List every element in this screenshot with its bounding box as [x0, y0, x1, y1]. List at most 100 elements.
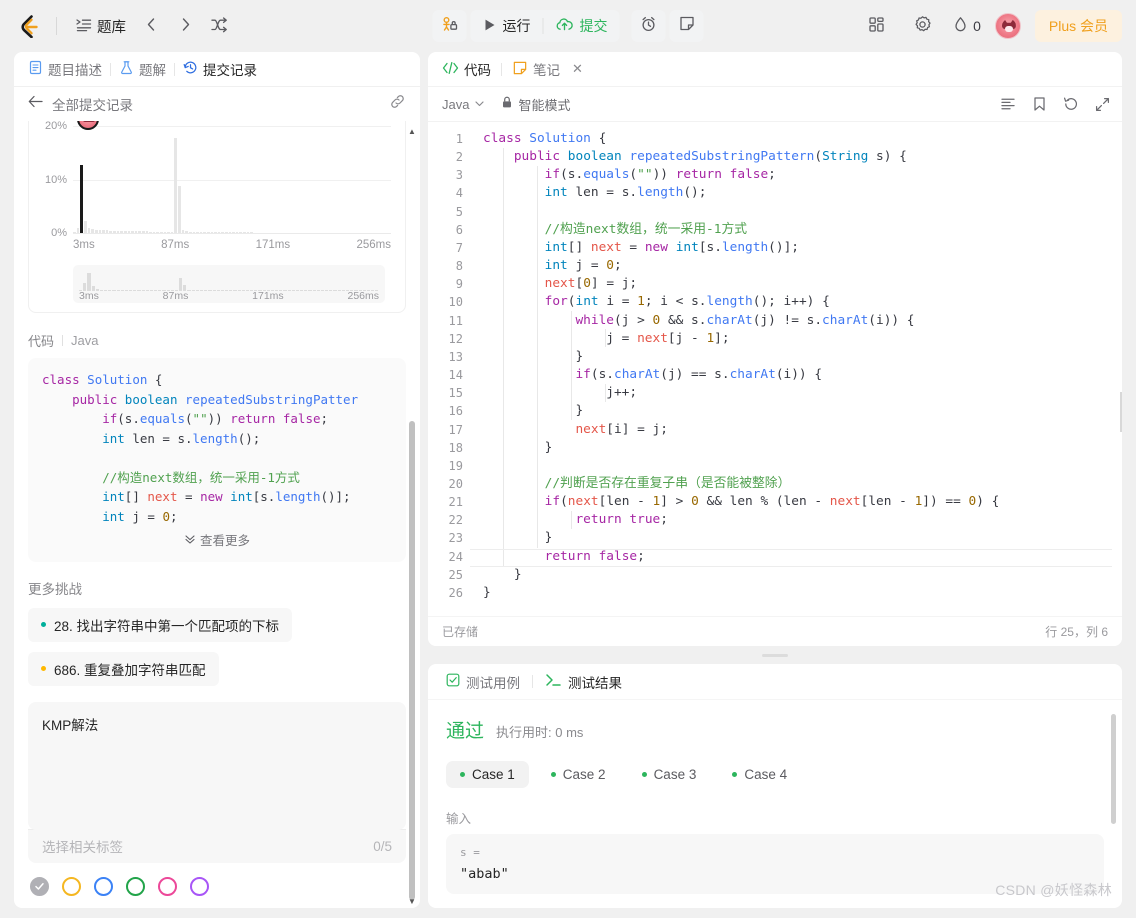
tab-submissions[interactable]: 提交记录: [175, 59, 265, 79]
difficulty-dot: [41, 666, 46, 671]
panel-resize-handle[interactable]: [428, 652, 1122, 658]
problemset-button[interactable]: 题库: [69, 10, 133, 42]
language-selector[interactable]: Java: [442, 97, 485, 112]
challenge-item-28[interactable]: 28. 找出字符串中第一个匹配项的下标: [28, 607, 293, 642]
input-variable-name: s =: [460, 846, 480, 859]
prev-problem-button[interactable]: [135, 10, 167, 42]
run-label: 运行: [502, 18, 531, 34]
link-icon[interactable]: [389, 93, 406, 115]
test-results-panel: 测试用例 测试结果 通过 执行用时: 0 ms Case 1 Case 2 Ca…: [428, 664, 1122, 908]
plus-membership-button[interactable]: Plus 会员: [1034, 10, 1122, 42]
left-panel-scrollbar[interactable]: ▲ ▼: [407, 121, 417, 908]
line-number: 18: [448, 440, 463, 455]
coin-balance[interactable]: 0: [953, 16, 981, 36]
code-header-divider: [62, 335, 64, 346]
minimap-tick-0: 3ms: [79, 290, 99, 302]
editor-resize-handle[interactable]: [1120, 392, 1122, 432]
bookmark-icon[interactable]: [1032, 96, 1047, 112]
swatch-gray-selected[interactable]: [30, 876, 49, 896]
next-problem-button[interactable]: [169, 10, 201, 42]
tab-label: 题解: [139, 63, 166, 78]
code-editor-surface[interactable]: 1 2 3 4 5 6 7 8 9 10 11 12 13 14 15 16 17 18 19 20 21 22 23 24 2…: [428, 121, 1122, 616]
line-number: 7: [455, 240, 463, 255]
case-tab-3[interactable]: Case 3: [628, 761, 711, 788]
scroll-down-arrow-icon[interactable]: ▼: [407, 897, 417, 906]
grid-apps-icon: [868, 16, 885, 36]
chevron-down-icon: [474, 97, 485, 112]
tag-count: 0/5: [373, 838, 392, 854]
top-toolbar-left: 题库: [14, 10, 235, 42]
water-drop-icon: [953, 16, 968, 36]
line-number: 13: [448, 349, 463, 364]
swatch-yellow[interactable]: [62, 876, 81, 896]
run-button[interactable]: 运行: [471, 10, 543, 42]
case-tab-1[interactable]: Case 1: [446, 761, 529, 788]
shuffle-button[interactable]: [203, 10, 235, 42]
minimap-tick-3: 256ms: [347, 290, 379, 302]
format-icon[interactable]: [1000, 96, 1016, 112]
x-tick-3: 256ms: [356, 239, 391, 251]
timer-button[interactable]: [631, 10, 666, 42]
chart-x-axis: [73, 233, 391, 234]
avatar[interactable]: [994, 13, 1021, 39]
line-number: 16: [448, 404, 463, 419]
minimap-labels: 3ms 87ms 171ms 256ms: [79, 290, 379, 302]
challenge-item-686[interactable]: 686. 重复叠加字符串匹配: [28, 651, 219, 686]
apps-grid-button[interactable]: [860, 10, 892, 42]
left-panel-scroll-content: 20% 10% 0% 3ms 87ms 171ms 256ms 3ms 87ms…: [14, 121, 420, 908]
code-editor-panel: 代码 笔记 ✕ Java 智能模式 1 2 3 4 5 6 7 8 9 10 1…: [428, 52, 1122, 646]
editor-status-bar: 已存储 行 25，列 6: [428, 616, 1122, 646]
reset-icon[interactable]: [1063, 96, 1079, 112]
tab-problem-description[interactable]: 题目描述: [28, 59, 110, 79]
case-tab-4[interactable]: Case 4: [718, 761, 801, 788]
line-number: 12: [448, 331, 463, 346]
coin-count: 0: [973, 18, 981, 34]
tab-label: 题目描述: [48, 63, 102, 78]
line-number: 19: [448, 458, 463, 473]
settings-button[interactable]: [906, 10, 939, 42]
debug-lock-icon: [441, 15, 459, 38]
note-tag-row[interactable]: 选择相关标签 0/5: [28, 828, 406, 863]
submit-button[interactable]: 提交: [544, 10, 620, 42]
swatch-pink[interactable]: [158, 876, 177, 896]
swatch-green[interactable]: [126, 876, 145, 896]
lock-icon: [501, 96, 513, 112]
close-icon[interactable]: ✕: [572, 61, 583, 77]
tab-note[interactable]: 笔记 ✕: [512, 59, 583, 79]
note-toggle-button[interactable]: [669, 10, 704, 42]
right-column: 代码 笔记 ✕ Java 智能模式 1 2 3 4 5 6 7 8 9 10 1…: [428, 52, 1122, 908]
swatch-blue[interactable]: [94, 876, 113, 896]
tab-testcases[interactable]: 测试用例: [446, 672, 520, 692]
tab-code[interactable]: 代码: [442, 59, 491, 79]
challenge-label: 28. 找出字符串中第一个匹配项的下标: [54, 618, 280, 634]
scrollbar-thumb[interactable]: [409, 421, 415, 900]
line-number: 22: [448, 513, 463, 528]
case-tab-2[interactable]: Case 2: [537, 761, 620, 788]
back-to-all-submissions[interactable]: 全部提交记录: [28, 94, 133, 114]
fullscreen-icon[interactable]: [1095, 97, 1110, 112]
smart-mode-toggle[interactable]: 智能模式: [501, 95, 570, 114]
input-variable-value: "abab": [460, 866, 509, 882]
tab-solutions[interactable]: 题解: [111, 59, 174, 79]
editor-toolbar: Java 智能模式: [428, 87, 1122, 121]
chart-minimap[interactable]: 3ms 87ms 171ms 256ms: [73, 265, 385, 303]
line-number: 25: [448, 567, 463, 582]
debug-button[interactable]: [432, 10, 467, 42]
tab-label: 笔记: [533, 63, 560, 78]
show-more-code-button[interactable]: 查看更多: [42, 526, 392, 556]
code-editor-text: class Solution { public boolean repeated…: [483, 131, 1000, 600]
note-editor[interactable]: KMP解法: [28, 701, 406, 830]
swatch-purple[interactable]: [190, 876, 209, 896]
runtime-label: 执行用时: 0 ms: [496, 725, 584, 740]
leetcode-logo-icon[interactable]: [14, 11, 44, 41]
run-submit-group: 运行 提交: [470, 10, 620, 42]
results-scrollbar[interactable]: [1111, 704, 1118, 900]
minimap-tick-2: 171ms: [252, 290, 284, 302]
line-number: 4: [455, 186, 463, 201]
case-status-dot: [732, 772, 738, 777]
minimap-bar: [179, 277, 183, 291]
results-scrollbar-thumb[interactable]: [1111, 714, 1116, 824]
runtime-distribution-chart: 20% 10% 0% 3ms 87ms 171ms 256ms 3ms 87ms…: [28, 121, 406, 313]
case-status-dot: [641, 772, 647, 777]
tab-test-results[interactable]: 测试结果: [545, 672, 622, 692]
